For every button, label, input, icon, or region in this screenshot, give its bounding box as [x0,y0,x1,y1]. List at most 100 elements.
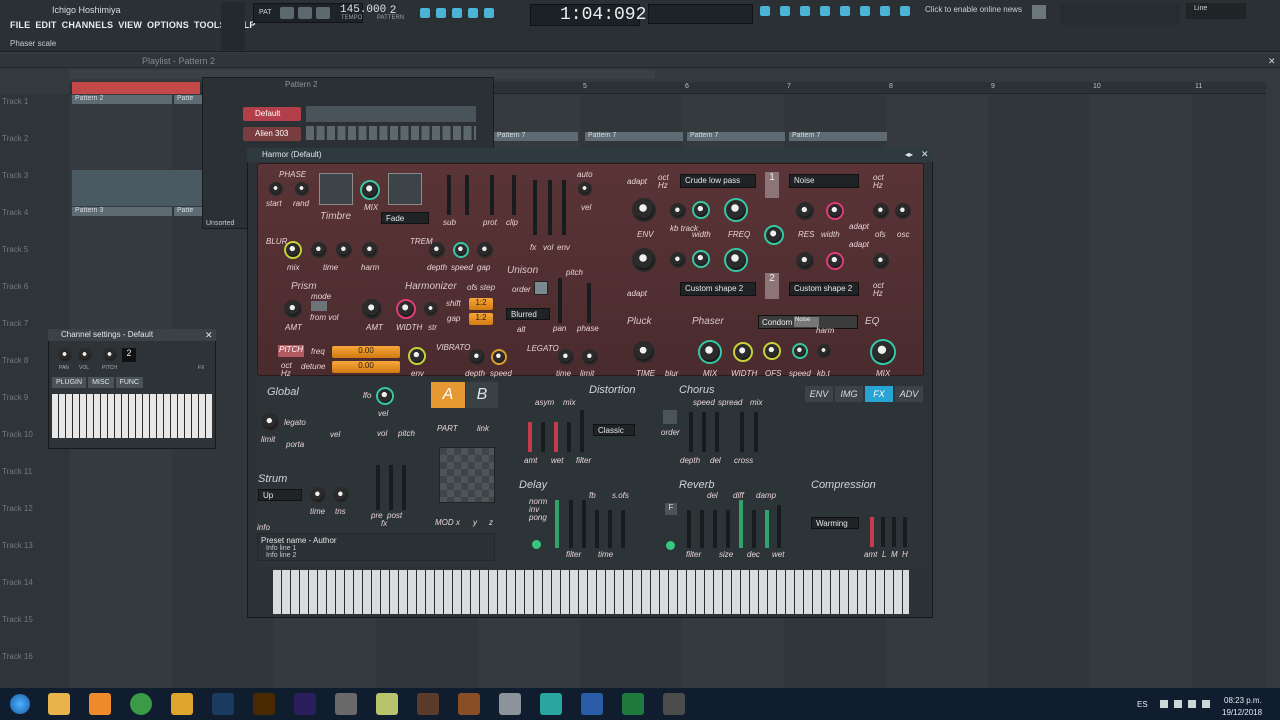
stop-button[interactable] [298,7,312,19]
dist-filter-fader[interactable] [580,410,584,452]
filter-freq-knob[interactable] [724,198,748,222]
flag-icon[interactable] [1174,700,1182,708]
record-button[interactable] [316,7,330,19]
clock-time[interactable]: 08:23 p.m. [1224,696,1262,705]
trem-speed-knob[interactable] [453,242,469,258]
excel-icon[interactable] [622,693,644,715]
detune-display[interactable]: 0.00 [332,361,400,373]
tab-misc[interactable]: MISC [88,377,114,388]
pan-knob[interactable] [58,348,72,362]
reverb-power-icon[interactable] [666,541,675,550]
channel-default-button[interactable]: Default [243,107,301,121]
fx-slider[interactable] [533,180,537,235]
trem-gap-knob[interactable] [477,242,493,258]
plugin-icon[interactable] [880,6,890,16]
metronome-icon[interactable] [436,8,446,18]
menu-file[interactable]: FILE [10,20,30,30]
track-label[interactable]: Track 3 [2,171,28,180]
filter2-freq-knob[interactable] [724,248,748,272]
chorus-spread-fader[interactable] [740,412,744,452]
strum-tns-knob[interactable] [333,487,349,503]
start-icon[interactable] [10,694,30,714]
track-label[interactable]: Track 14 [2,578,33,587]
track-label[interactable]: Track 16 [2,652,33,661]
res-width-knob[interactable] [826,202,844,220]
phaser-width-knob[interactable] [733,342,753,362]
res-knob[interactable] [796,202,814,220]
reverb-del-fader[interactable] [700,510,704,548]
network-icon[interactable] [1188,700,1196,708]
prot-slider[interactable] [490,175,494,215]
filter2-type-select[interactable]: Custom shape 2 [680,282,756,296]
pre-fader[interactable] [376,465,380,510]
pattern-clip[interactable]: Pattern 7 [494,132,578,141]
track-label[interactable]: Track 10 [2,430,33,439]
filter-env-knob[interactable] [632,198,656,222]
reverb-diff-fader[interactable] [739,500,743,548]
legato-limit-knob[interactable] [582,349,598,365]
browser-icon[interactable] [820,6,830,16]
dist-fader-4[interactable] [567,422,571,452]
tab-adv[interactable]: ADV [895,386,923,402]
explorer-icon[interactable] [48,693,70,715]
reverb-f-button[interactable]: F [665,503,677,515]
word-icon[interactable] [581,693,603,715]
track-label[interactable]: Track 11 [2,467,32,476]
delay-filter-fader[interactable] [569,500,573,548]
phaser-speed-knob[interactable] [792,343,808,359]
prism-amt-knob[interactable] [284,300,302,318]
osc-knob[interactable] [895,203,911,219]
blur-mix-knob[interactable] [284,241,302,259]
mixer-track-display[interactable]: 2 [122,348,136,362]
comp-h-fader[interactable] [903,517,907,547]
track-label[interactable]: Track 6 [2,282,28,291]
vol-slider[interactable] [548,180,552,235]
chorus-mix-fader[interactable] [754,412,758,452]
comp-l-fader[interactable] [881,517,885,547]
close-icon[interactable]: ✕ [205,330,213,341]
pattern-clip[interactable]: Pattern 2 [72,95,172,104]
tab-func[interactable]: FUNC [115,377,144,388]
filter-width-knob[interactable] [692,201,710,219]
snap-icon[interactable] [420,8,430,18]
pattern-clip[interactable]: Pattern 7 [687,132,785,141]
timbre-b-thumb[interactable] [388,173,422,205]
tab-env[interactable]: ENV [805,386,833,402]
master-volume-slider[interactable] [221,2,245,50]
eq-mix-knob[interactable] [870,339,896,365]
post-fader[interactable] [389,465,393,510]
harmonizer-amt-knob[interactable] [362,299,382,319]
reverb-wet-fader[interactable] [777,505,781,548]
part-a-button[interactable]: A [431,382,465,408]
reverb-filter-fader[interactable] [687,510,691,548]
channel-keyboard[interactable] [52,394,212,438]
global-limit-knob[interactable] [261,413,279,431]
step-icon[interactable] [452,8,462,18]
filter2-res-knob[interactable] [796,252,814,270]
news-icon[interactable] [1032,5,1046,19]
pattern-clip[interactable]: Pattern 3 [72,207,172,216]
track-label[interactable]: Track 7 [2,319,28,328]
tray-arrow-icon[interactable] [1160,700,1168,708]
delay-fb-fader[interactable] [582,500,586,548]
sub-slider[interactable] [447,175,451,215]
unison-mode-select[interactable]: Blurred [506,308,550,320]
comp-m-fader[interactable] [892,517,896,547]
gap-display[interactable]: 1:2 [469,313,493,325]
filter2-kb-knob[interactable] [670,252,686,268]
clock-date[interactable]: 19/12/2018 [1222,708,1262,717]
unison-phase-slider[interactable] [587,283,591,323]
compression-mode-select[interactable]: Warming [811,517,859,529]
game-icon[interactable] [417,693,439,715]
pattern-clip[interactable]: Pattern 7 [585,132,683,141]
notes-icon[interactable] [376,693,398,715]
delay-power-icon[interactable] [532,540,541,549]
pattern-clip[interactable]: Patte [174,95,202,104]
media-player-icon[interactable] [89,693,111,715]
phaser-ofs-knob[interactable] [763,342,781,360]
track-label[interactable]: Track 8 [2,356,28,365]
menu-channels[interactable]: CHANNELS [62,20,114,30]
tab-img[interactable]: IMG [835,386,863,402]
clip-slider[interactable] [512,175,516,215]
rack-group[interactable]: Unsorted [206,220,234,227]
